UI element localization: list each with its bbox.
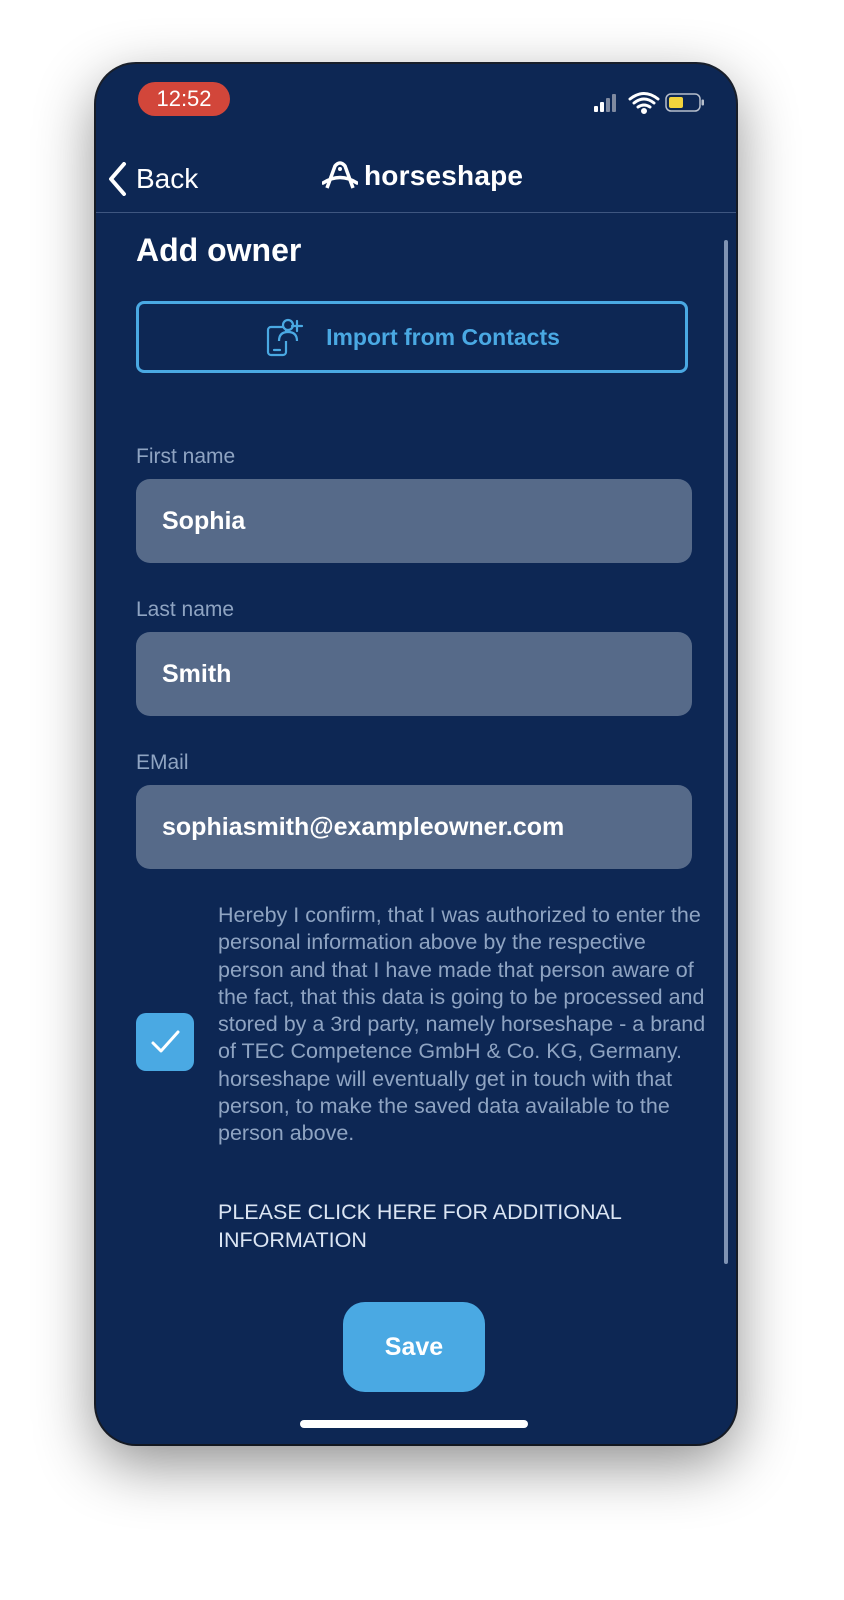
first-name-field[interactable]: Sophia (136, 479, 692, 563)
battery-icon (665, 93, 704, 112)
contact-add-icon (266, 318, 304, 357)
wifi-icon (628, 92, 660, 114)
consent-text: Hereby I confirm, that I was authorized … (218, 903, 706, 1146)
nav-bar: Back horseshape (96, 144, 736, 214)
last-name-label: Last name (136, 598, 235, 621)
email-field[interactable]: sophiasmith@exampleowner.com (136, 785, 692, 869)
status-icons (594, 90, 706, 114)
consent-checkbox[interactable] (136, 1013, 194, 1071)
signal-icon (594, 94, 616, 112)
last-name-field[interactable]: Smith (136, 632, 692, 716)
phone-screen: 12:52 Back horseshape Add owner Import f… (96, 64, 736, 1444)
import-contacts-label: Import from Contacts (326, 323, 560, 350)
chevron-left-icon (109, 162, 126, 196)
page-title: Add owner (136, 232, 302, 268)
nav-divider (96, 212, 736, 213)
scrollbar[interactable] (724, 240, 728, 1264)
first-name-label: First name (136, 445, 236, 468)
checkmark-icon (151, 1030, 180, 1053)
import-contacts-button[interactable]: Import from Contacts (136, 301, 688, 373)
back-button[interactable]: Back (108, 162, 198, 196)
email-label: EMail (136, 751, 189, 774)
save-button[interactable]: Save (343, 1302, 485, 1392)
home-indicator[interactable] (300, 1420, 528, 1428)
brand-logo: horseshape (322, 160, 523, 192)
back-label: Back (136, 163, 199, 194)
additional-info-link[interactable]: PLEASE CLICK HERE FOR ADDITIONAL INFORMA… (218, 1198, 698, 1254)
status-time: 12:52 (138, 82, 230, 116)
brand-name: horseshape (364, 160, 524, 191)
horseshape-logo-icon (322, 161, 358, 189)
